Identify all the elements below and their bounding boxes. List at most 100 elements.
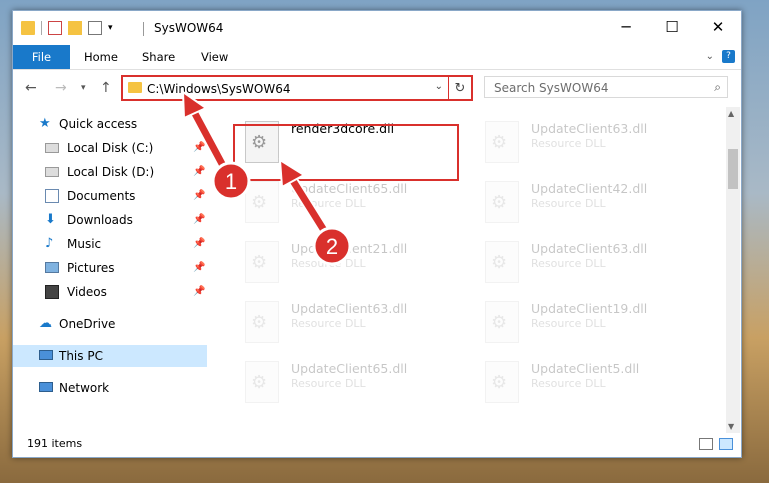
dll-file-icon bbox=[485, 181, 519, 223]
star-icon: ★ bbox=[39, 116, 51, 131]
dll-file-icon bbox=[485, 301, 519, 343]
sidebar-item-label: Videos bbox=[67, 285, 107, 299]
dll-file-icon bbox=[245, 181, 279, 223]
music-icon: ♪ bbox=[45, 236, 54, 251]
minimize-button[interactable]: ─ bbox=[603, 11, 649, 43]
download-icon: ⬇ bbox=[45, 212, 56, 227]
sidebar-item-network[interactable]: Network bbox=[13, 377, 207, 399]
list-item[interactable]: UpdateClient21.dll Resource DLL bbox=[223, 235, 453, 287]
pin-icon[interactable]: 📌 bbox=[193, 281, 205, 303]
new-folder-icon[interactable] bbox=[68, 21, 82, 35]
details-view-icon[interactable] bbox=[699, 438, 713, 450]
list-item[interactable]: UpdateClient65.dll Resource DLL bbox=[223, 355, 453, 407]
sidebar-item-pictures[interactable]: Pictures 📌 bbox=[13, 257, 207, 279]
sidebar-item-local-disk-c[interactable]: Local Disk (C:) 📌 bbox=[13, 137, 207, 159]
chevron-down-icon[interactable]: ▾ bbox=[108, 23, 113, 33]
quick-access-toolbar: ▾ bbox=[21, 21, 113, 35]
file-name: UpdateClient42.dll bbox=[531, 181, 648, 196]
chevron-down-icon[interactable]: ⌄ bbox=[435, 81, 443, 92]
refresh-button[interactable]: ↻ bbox=[448, 77, 471, 99]
file-type: Resource DLL bbox=[291, 317, 366, 330]
pin-icon[interactable]: 📌 bbox=[193, 233, 205, 255]
file-list: render3dcore.dll UpdateClient63.dll Reso… bbox=[213, 107, 723, 431]
maximize-button[interactable]: ☐ bbox=[649, 11, 695, 43]
pin-icon[interactable]: 📌 bbox=[193, 257, 205, 279]
sidebar-item-music[interactable]: ♪ Music 📌 bbox=[13, 233, 207, 255]
file-type: Resource DLL bbox=[531, 377, 606, 390]
scrollbar-thumb[interactable] bbox=[728, 149, 738, 189]
address-row: ← → ▾ ↑ C:\Windows\SysWOW64 ⌄ ↻ Search S… bbox=[13, 71, 741, 105]
search-placeholder: Search SysWOW64 bbox=[494, 81, 609, 95]
address-path[interactable]: C:\Windows\SysWOW64 bbox=[147, 82, 291, 96]
list-item[interactable]: UpdateClient63.dll Resource DLL bbox=[223, 295, 453, 347]
sidebar-item-label: OneDrive bbox=[59, 317, 116, 331]
status-bar: 191 items bbox=[13, 433, 741, 457]
list-item[interactable]: UpdateClient63.dll Resource DLL bbox=[463, 235, 693, 287]
pictures-icon bbox=[45, 262, 59, 273]
list-item[interactable]: UpdateClient63.dll Resource DLL bbox=[463, 115, 693, 167]
pin-icon[interactable]: 📌 bbox=[193, 185, 205, 207]
back-button[interactable]: ← bbox=[25, 80, 37, 96]
expand-ribbon-icon[interactable]: ⌄ bbox=[706, 51, 714, 62]
file-name: UpdateClient21.dll bbox=[291, 241, 408, 256]
computer-icon bbox=[39, 350, 53, 360]
ribbon-tabs: File Home Share View ⌄ ? bbox=[13, 45, 741, 70]
list-item[interactable]: UpdateClient65.dll Resource DLL bbox=[223, 175, 453, 227]
window-title: SysWOW64 bbox=[154, 21, 224, 35]
file-type: Resource DLL bbox=[291, 377, 366, 390]
ribbon-controls: ⌄ ? bbox=[706, 50, 735, 63]
list-item[interactable]: UpdateClient42.dll Resource DLL bbox=[463, 175, 693, 227]
sidebar-item-label: Documents bbox=[67, 189, 136, 203]
sidebar-item-local-disk-d[interactable]: Local Disk (D:) 📌 bbox=[13, 161, 207, 183]
sidebar-item-label: Pictures bbox=[67, 261, 115, 275]
customize-icon[interactable] bbox=[88, 21, 102, 35]
address-bar[interactable]: C:\Windows\SysWOW64 ⌄ ↻ bbox=[121, 75, 473, 101]
pin-icon[interactable]: 📌 bbox=[193, 137, 205, 159]
close-button[interactable]: ✕ bbox=[695, 11, 741, 43]
dll-file-icon bbox=[485, 361, 519, 403]
up-button[interactable]: ↑ bbox=[100, 80, 112, 96]
drive-icon bbox=[45, 143, 59, 153]
explorer-window: ▾ SysWOW64 ─ ☐ ✕ File Home Share View ⌄ … bbox=[12, 10, 742, 458]
sidebar-item-quick-access[interactable]: ★ Quick access bbox=[13, 113, 207, 135]
documents-icon bbox=[45, 189, 59, 203]
folder-icon bbox=[21, 21, 35, 35]
file-type: Resource DLL bbox=[531, 317, 606, 330]
recent-locations-button[interactable]: ▾ bbox=[81, 83, 86, 93]
sidebar-item-label: This PC bbox=[59, 349, 103, 363]
vertical-scrollbar[interactable]: ▲ ▼ bbox=[726, 107, 740, 433]
file-name: UpdateClient19.dll bbox=[531, 301, 648, 316]
list-item[interactable]: UpdateClient19.dll Resource DLL bbox=[463, 295, 693, 347]
file-type: Resource DLL bbox=[531, 137, 606, 150]
file-type: Resource DLL bbox=[291, 197, 366, 210]
scroll-up-icon[interactable]: ▲ bbox=[728, 109, 734, 118]
forward-button[interactable]: → bbox=[55, 80, 67, 96]
dll-file-icon bbox=[245, 301, 279, 343]
search-icon[interactable]: ⌕ bbox=[714, 80, 721, 95]
sidebar-item-onedrive[interactable]: ☁ OneDrive bbox=[13, 313, 207, 335]
scroll-down-icon[interactable]: ▼ bbox=[728, 422, 734, 431]
network-icon bbox=[39, 382, 53, 392]
tab-view[interactable]: View bbox=[201, 45, 228, 69]
sidebar-item-downloads[interactable]: ⬇ Downloads 📌 bbox=[13, 209, 207, 231]
help-icon[interactable]: ? bbox=[722, 50, 735, 63]
sidebar-item-this-pc[interactable]: This PC bbox=[13, 345, 207, 367]
drive-icon bbox=[45, 167, 59, 177]
file-highlight-box bbox=[233, 124, 459, 181]
properties-icon[interactable] bbox=[48, 21, 62, 35]
large-icons-view-icon[interactable] bbox=[719, 438, 733, 450]
pin-icon[interactable]: 📌 bbox=[193, 209, 205, 231]
sidebar-item-documents[interactable]: Documents 📌 bbox=[13, 185, 207, 207]
sidebar-item-label: Music bbox=[67, 237, 102, 251]
file-name: UpdateClient65.dll bbox=[291, 361, 408, 376]
dll-file-icon bbox=[485, 241, 519, 283]
pin-icon[interactable]: 📌 bbox=[193, 161, 205, 183]
tab-home[interactable]: Home bbox=[84, 45, 118, 69]
tab-file[interactable]: File bbox=[13, 45, 70, 69]
dll-file-icon bbox=[485, 121, 519, 163]
search-input[interactable]: Search SysWOW64 ⌕ bbox=[484, 76, 728, 98]
cloud-icon: ☁ bbox=[39, 316, 52, 331]
sidebar-item-videos[interactable]: Videos 📌 bbox=[13, 281, 207, 303]
tab-share[interactable]: Share bbox=[142, 45, 175, 69]
list-item[interactable]: UpdateClient5.dll Resource DLL bbox=[463, 355, 693, 407]
